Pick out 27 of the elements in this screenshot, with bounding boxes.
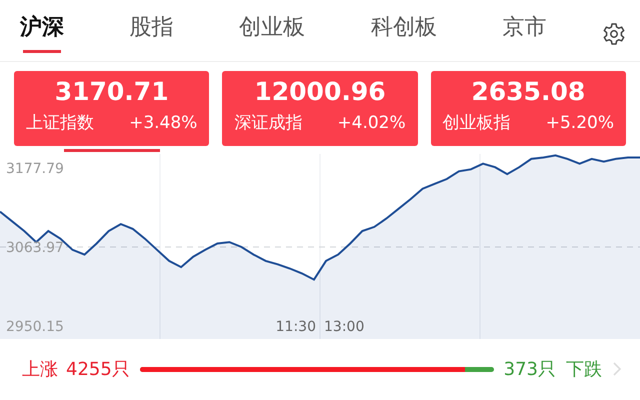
- axis-label: 3177.79: [6, 161, 64, 177]
- rise-label: 上涨: [22, 358, 58, 382]
- market-tab[interactable]: 创业板: [229, 0, 316, 53]
- index-value: 12000.96: [253, 77, 387, 107]
- axis-label: 2950.15: [6, 319, 64, 335]
- market-tab[interactable]: 沪深: [10, 0, 74, 53]
- index-name: 上证指数: [26, 112, 94, 135]
- index-name: 深证成指: [234, 112, 302, 135]
- market-tab[interactable]: 科创板: [360, 0, 447, 53]
- time-label: 13:00: [324, 319, 364, 335]
- fall-label: 下跌: [566, 358, 602, 382]
- index-value: 2635.08: [470, 77, 586, 107]
- index-change: +3.48%: [129, 112, 198, 135]
- market-tab[interactable]: 京市: [492, 0, 556, 53]
- index-card[interactable]: 2635.08 创业板指 +5.20%: [430, 71, 626, 146]
- index-value: 3170.71: [54, 77, 170, 107]
- index-change: +4.02%: [337, 112, 406, 135]
- time-label: 11:30: [276, 319, 316, 335]
- settings-icon[interactable]: [602, 22, 626, 46]
- index-change: +5.20%: [546, 112, 614, 135]
- fall-count: 373只: [504, 358, 556, 382]
- index-card[interactable]: 12000.96 深证成指 +4.02%: [222, 71, 418, 146]
- market-tab[interactable]: 股指: [120, 0, 184, 53]
- rise-count: 4255只: [66, 358, 130, 382]
- axis-label: 3063.97: [6, 240, 64, 256]
- index-card[interactable]: 3170.71 上证指数 +3.48%: [14, 71, 210, 146]
- index-name: 创业板指: [442, 112, 511, 135]
